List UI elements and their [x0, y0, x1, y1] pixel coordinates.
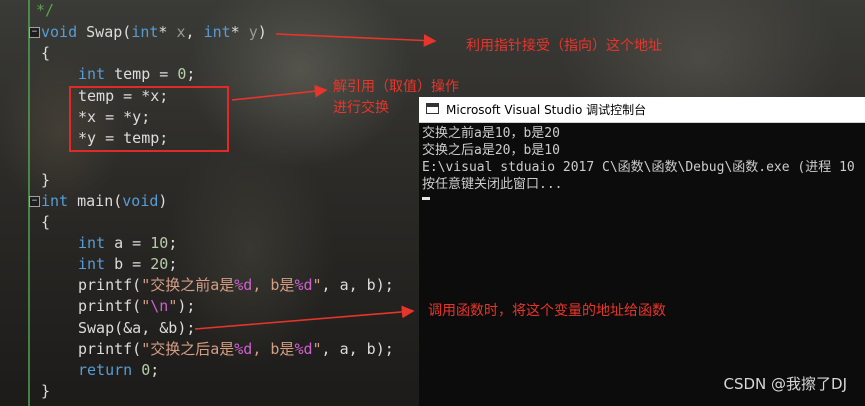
console-title: Microsoft Visual Studio 调试控制台 — [446, 103, 647, 117]
arrow-call-note — [194, 305, 415, 330]
console-app-icon — [426, 103, 439, 114]
annotation-pointer-receive: 利用指针接受（指向）这个地址 — [466, 38, 662, 54]
watermark: CSDN @我擦了DJ — [723, 375, 847, 393]
screenshot-stage: − − */ void Swap(int* x, int* y) { int t… — [0, 0, 865, 406]
arrow-dereference — [231, 84, 328, 101]
console-line: 交换之后a是20，b是10 — [422, 143, 560, 158]
console-line: 按任意键关闭此窗口... — [422, 177, 563, 192]
console-line: E:\visual stduaio 2017 C\函数\函数\Debug\函数.… — [422, 160, 855, 175]
console-titlebar[interactable]: Microsoft Visual Studio 调试控制台 — [419, 97, 865, 123]
console-line: 交换之前a是10，b是20 — [422, 126, 560, 141]
debug-console-window[interactable]: Microsoft Visual Studio 调试控制台 交换之前a是10，b… — [419, 97, 865, 406]
annotation-dereference-1: 解引用（取值）操作 — [333, 79, 459, 95]
console-cursor — [422, 197, 430, 200]
arrow-pointer-receive — [275, 33, 437, 47]
annotation-call-note: 调用函数时，将这个变量的地址给函数 — [428, 303, 666, 319]
annotation-dereference-2: 进行交换 — [333, 100, 389, 116]
